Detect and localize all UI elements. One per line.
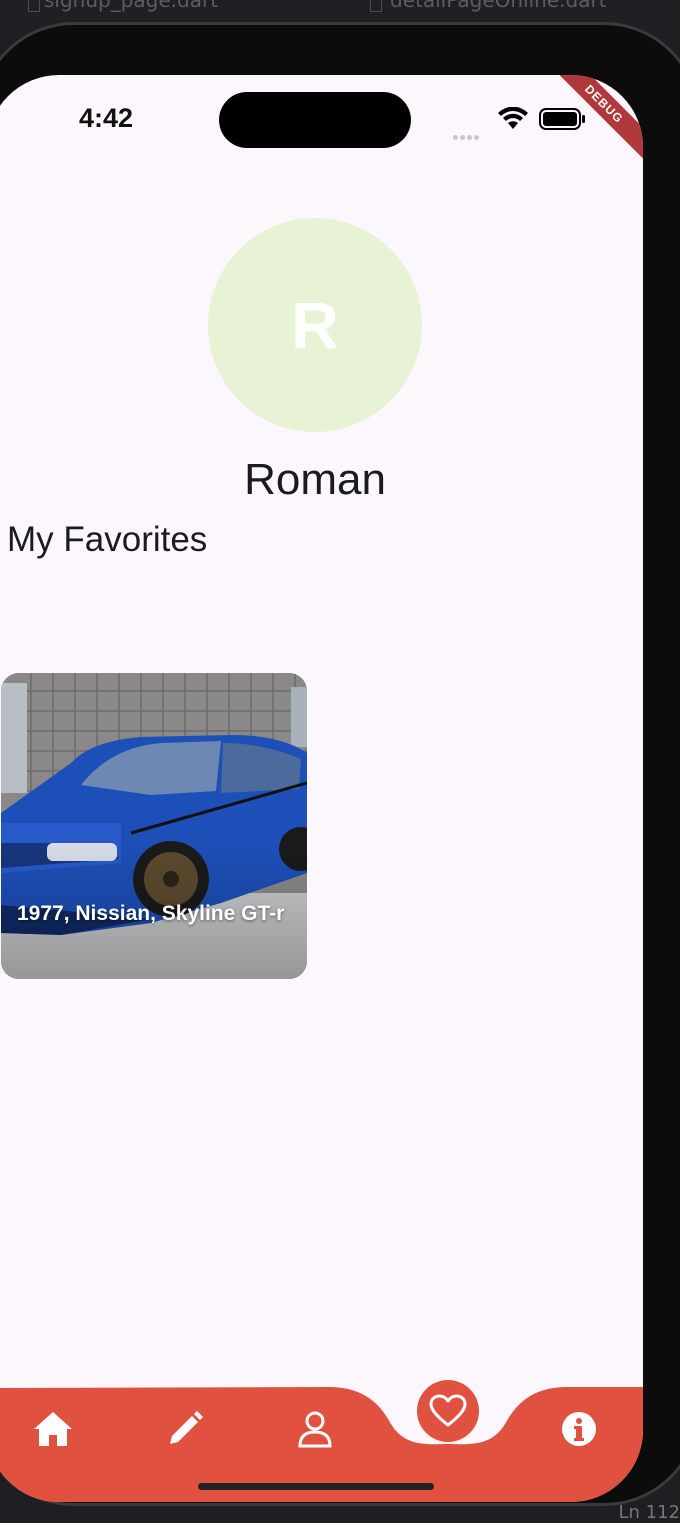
nav-profile[interactable] [285,1405,345,1453]
ide-tab-signup[interactable]: signup_page.dart [44,0,218,12]
status-bar: 4:42 DEBUG [0,75,643,165]
dynamic-island [219,92,411,148]
file-icon [28,0,40,12]
nav-info[interactable] [549,1405,609,1453]
nav-edit[interactable] [155,1405,215,1453]
file-icon [370,0,382,12]
person-icon [298,1411,332,1448]
info-icon [562,1412,596,1446]
avatar: R [208,218,422,432]
nav-home[interactable] [23,1405,83,1453]
heart-icon [429,1394,467,1427]
favorites-title: My Favorites [7,520,208,559]
pencil-icon [170,1411,203,1444]
ide-status-text: Ln 112 [618,1502,680,1523]
phone-frame: 4:42 DEBUG R Roman My Favorites 1977, Ni… [0,22,680,1506]
signal-icon [453,125,481,144]
home-indicator [198,1483,434,1490]
wifi-icon [498,107,528,129]
favorite-card-title: 1977, Nissian, Skyline GT-r [17,902,285,925]
status-time: 4:42 [79,103,134,133]
battery-icon [539,108,585,130]
ide-tab-detail[interactable]: detailPageOnline.dart [390,0,607,12]
app-screen: 4:42 DEBUG R Roman My Favorites 1977, Ni… [0,75,643,1502]
favorite-card[interactable]: 1977, Nissian, Skyline GT-r [1,673,307,979]
car-photo [1,673,307,979]
home-icon [34,1412,72,1446]
profile-name: Roman [244,455,386,504]
avatar-initial: R [291,288,339,362]
nav-favorites[interactable] [417,1380,479,1442]
